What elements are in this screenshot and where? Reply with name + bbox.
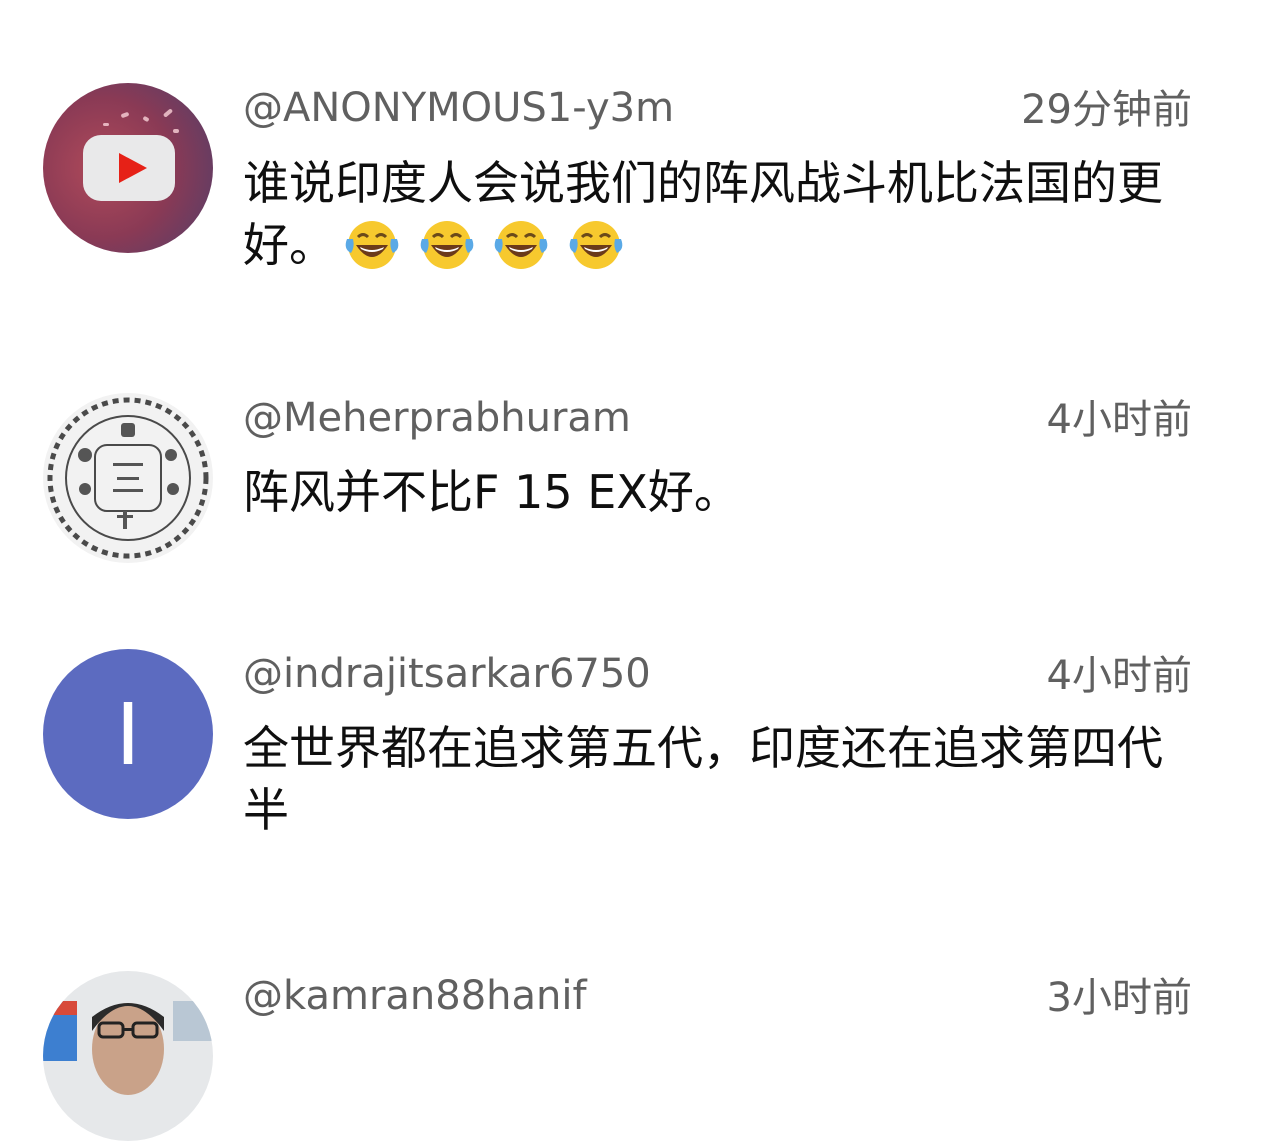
comment-timestamp: 3小时前 <box>1046 975 1192 1021</box>
person-photo <box>43 971 213 1141</box>
avatar[interactable] <box>43 971 213 1141</box>
comment-item: @kamran88hanif 3小时前 <box>0 0 1280 1141</box>
comment-username[interactable]: @kamran88hanif <box>243 972 587 1020</box>
